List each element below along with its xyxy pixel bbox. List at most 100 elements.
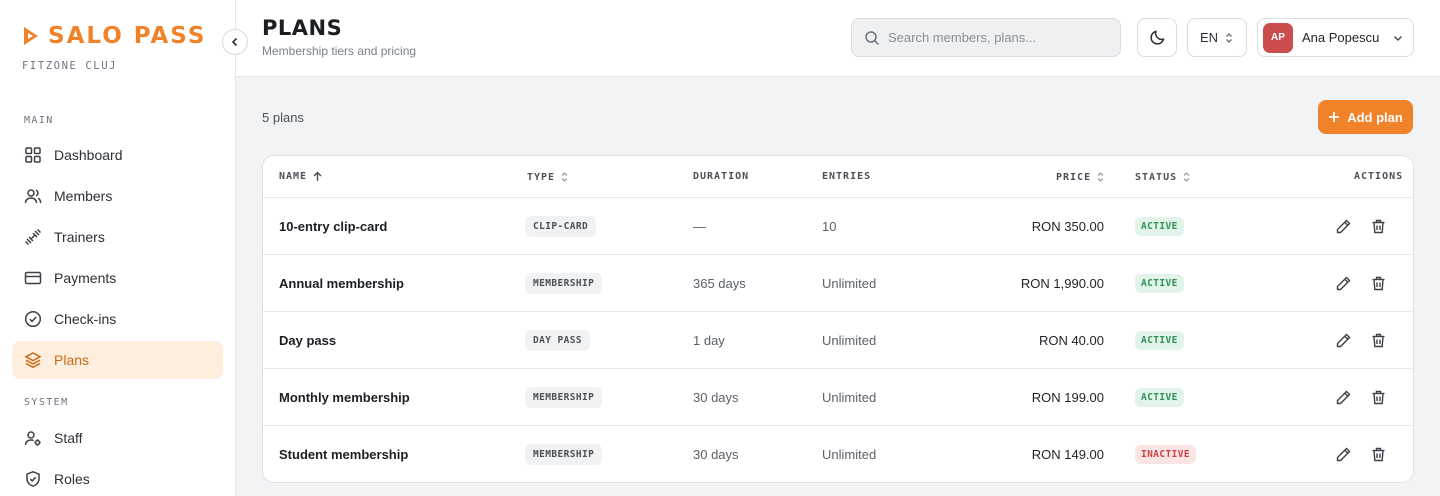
table-row[interactable]: 10-entry clip-card CLIP-CARD — 10 RON 35…: [263, 198, 1413, 255]
entries-cell: Unlimited: [822, 390, 877, 405]
type-cell: DAY PASS: [525, 312, 590, 369]
sidebar-item-label: Dashboard: [54, 147, 123, 163]
plus-icon: [1329, 112, 1340, 122]
theme-toggle-button[interactable]: [1137, 18, 1177, 57]
chevron-updown-icon: [1226, 32, 1233, 43]
top-header: PLANS Membership tiers and pricing EN AP…: [236, 0, 1440, 77]
sort-icon: [561, 172, 568, 182]
column-header-entries: ENTRIES: [822, 171, 871, 182]
status-badge: ACTIVE: [1135, 388, 1184, 407]
brand-name: SALO PASS: [48, 23, 207, 49]
plan-name: 10-entry clip-card: [279, 219, 388, 234]
column-label: TYPE: [527, 171, 556, 183]
edit-pencil-icon[interactable]: [1335, 275, 1352, 292]
grid-icon: [25, 147, 41, 163]
type-cell: MEMBERSHIP: [525, 369, 603, 426]
brand-logo[interactable]: SALO PASS: [22, 24, 206, 48]
row-actions: [1335, 369, 1387, 426]
duration-cell: —: [693, 219, 706, 234]
sidebar-item-label: Members: [54, 188, 113, 204]
price-cell: RON 149.00: [1031, 447, 1104, 462]
moon-icon: [1149, 30, 1165, 45]
type-badge: CLIP-CARD: [525, 216, 597, 237]
edit-pencil-icon[interactable]: [1335, 332, 1352, 349]
price-cell: RON 199.00: [1031, 390, 1104, 405]
table-row[interactable]: Day pass DAY PASS 1 day Unlimited RON 40…: [263, 312, 1413, 369]
sidebar-item-label: Plans: [54, 352, 90, 368]
table-row[interactable]: Student membership MEMBERSHIP 30 days Un…: [263, 426, 1413, 482]
language-value: EN: [1199, 30, 1219, 45]
plan-name: Day pass: [279, 333, 337, 348]
column-header-price[interactable]: PRICE: [1056, 171, 1105, 183]
trash-icon[interactable]: [1370, 389, 1387, 406]
sidebar-item-staff[interactable]: Staff: [12, 419, 223, 457]
table-row[interactable]: Annual membership MEMBERSHIP 365 days Un…: [263, 255, 1413, 312]
search-input[interactable]: [888, 30, 1108, 45]
trash-icon[interactable]: [1370, 218, 1387, 235]
entries-cell: Unlimited: [822, 276, 877, 291]
sidebar-item-payments[interactable]: Payments: [12, 259, 223, 297]
status-badge: ACTIVE: [1135, 217, 1184, 236]
edit-pencil-icon[interactable]: [1335, 446, 1352, 463]
nav-section-system: SYSTEM: [24, 397, 69, 408]
user-gear-icon: [24, 431, 41, 446]
status-badge: INACTIVE: [1135, 445, 1196, 464]
status-badge: ACTIVE: [1135, 274, 1184, 293]
user-menu-button[interactable]: AP Ana Popescu: [1257, 18, 1414, 57]
check-circle-icon: [24, 310, 42, 328]
sidebar-item-members[interactable]: Members: [12, 177, 223, 215]
column-label: ACTIONS: [1354, 171, 1404, 182]
status-cell: ACTIVE: [1135, 369, 1184, 426]
search-icon: [865, 30, 880, 45]
column-header-actions: ACTIONS: [1354, 171, 1403, 182]
sidebar-item-dashboard[interactable]: Dashboard: [12, 136, 223, 174]
column-header-duration: DURATION: [693, 171, 749, 182]
sort-icon: [1183, 172, 1190, 182]
status-cell: INACTIVE: [1135, 426, 1196, 482]
trash-icon[interactable]: [1370, 275, 1387, 292]
type-cell: MEMBERSHIP: [525, 255, 603, 312]
trash-icon[interactable]: [1370, 332, 1387, 349]
sidebar-item-plans[interactable]: Plans: [12, 341, 223, 379]
column-label: DURATION: [693, 171, 750, 182]
price-cell: RON 350.00: [1031, 219, 1104, 234]
plan-name: Monthly membership: [279, 390, 410, 405]
add-plan-label: Add plan: [1347, 109, 1403, 125]
column-header-name[interactable]: NAME: [279, 171, 323, 182]
sidebar-item-check-ins[interactable]: Check-ins: [12, 300, 223, 338]
type-cell: MEMBERSHIP: [525, 426, 603, 482]
plan-count: 5 plans: [262, 110, 304, 125]
nav-section-main: MAIN: [24, 115, 54, 126]
column-label: PRICE: [1056, 171, 1092, 183]
trash-icon[interactable]: [1370, 446, 1387, 463]
status-cell: ACTIVE: [1135, 198, 1184, 255]
sidebar-item-label: Roles: [54, 471, 90, 487]
sidebar-item-roles[interactable]: Roles: [12, 460, 223, 496]
card-icon: [24, 271, 42, 285]
collapse-sidebar-button[interactable]: [222, 29, 248, 55]
table-row[interactable]: Monthly membership MEMBERSHIP 30 days Un…: [263, 369, 1413, 426]
layers-icon: [24, 352, 42, 369]
type-badge: MEMBERSHIP: [525, 387, 603, 408]
entries-cell: Unlimited: [822, 333, 877, 348]
search-box[interactable]: [851, 18, 1121, 57]
type-badge: DAY PASS: [525, 330, 590, 351]
column-header-status[interactable]: STATUS: [1135, 171, 1191, 183]
sidebar-item-trainers[interactable]: Trainers: [12, 218, 223, 256]
edit-pencil-icon[interactable]: [1335, 389, 1352, 406]
logo-mark-icon: [24, 27, 38, 45]
add-plan-button[interactable]: Add plan: [1318, 100, 1413, 134]
plans-table: NAME TYPE DURATION ENTRIES PRICE STATUS …: [262, 155, 1414, 483]
club-name: FITZONE CLUJ: [22, 60, 118, 72]
status-cell: ACTIVE: [1135, 255, 1184, 312]
dumbbell-icon: [24, 228, 42, 246]
plan-name: Student membership: [279, 447, 409, 462]
language-select[interactable]: EN: [1187, 18, 1247, 57]
column-label: ENTRIES: [822, 171, 872, 182]
duration-cell: 1 day: [693, 333, 725, 348]
column-label: NAME: [279, 171, 308, 182]
page-title: PLANS: [262, 16, 343, 40]
column-header-type[interactable]: TYPE: [527, 171, 569, 183]
edit-pencil-icon[interactable]: [1335, 218, 1352, 235]
user-name: Ana Popescu: [1302, 30, 1380, 45]
